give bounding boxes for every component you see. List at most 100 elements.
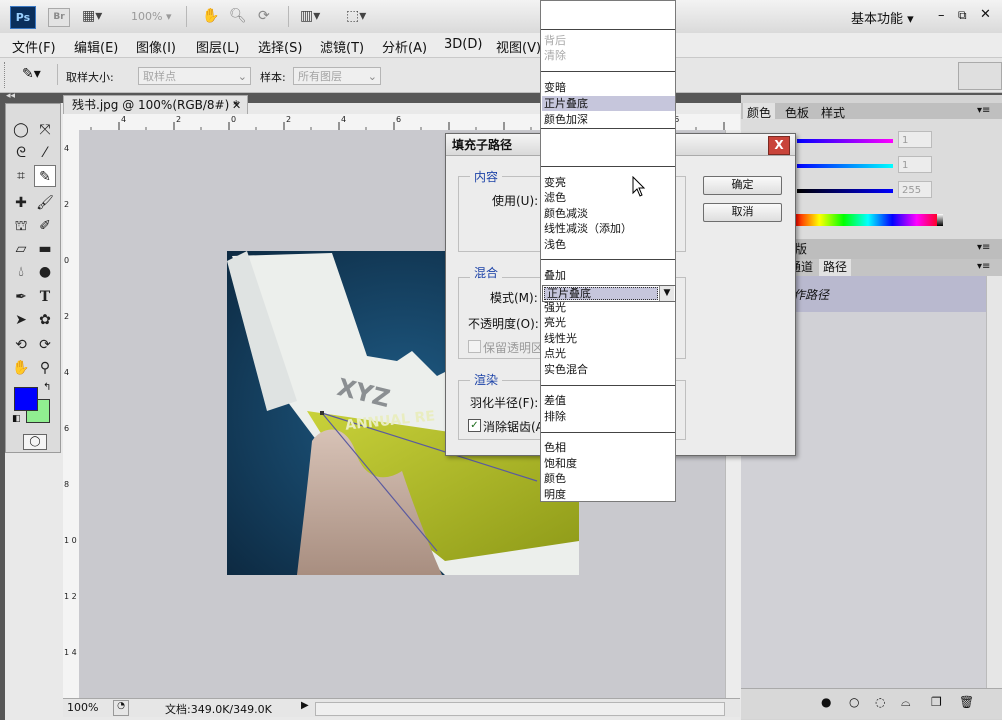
blue-slider[interactable] [797,189,893,193]
blend-option-hard-light[interactable]: 强光 [544,301,566,315]
hand-icon[interactable]: ✋ [202,8,219,24]
close-tab-icon[interactable]: ✕ [232,96,241,115]
blend-option-screen[interactable]: 滤色 [544,191,566,205]
zoom-tool-icon[interactable]: ⚲ [34,357,56,379]
menu-filter[interactable]: 滤镜(T) [320,37,364,56]
menu-select[interactable]: 选择(S) [258,37,302,56]
arrange-documents-icon[interactable]: ▥▾ [300,8,320,24]
antialias-checkbox[interactable]: ✓ [468,419,481,432]
dialog-close-button[interactable]: X [768,136,790,155]
panel-menu-icon[interactable]: ▾≡ [977,105,990,116]
blend-option-linear-light[interactable]: 线性光 [544,332,577,346]
type-tool-icon[interactable]: T [34,286,56,308]
document-tab[interactable]: 残书.jpg @ 100%(RGB/8#) * ✕ [63,95,248,114]
blend-option-hue[interactable]: 色相 [544,441,566,455]
blend-option-overlay[interactable]: 叠加 [544,269,566,283]
tab-paths[interactable]: 路径 [819,259,852,276]
green-slider[interactable] [797,164,893,168]
gradient-tool-icon[interactable]: ▬ [34,238,56,260]
default-colors-icon[interactable]: ◧ [12,414,21,424]
lasso-tool-icon[interactable]: ᘓ [10,142,32,164]
zoom-icon[interactable]: 🔍︎ [229,8,247,24]
fill-path-icon[interactable]: ● [821,695,831,709]
horizontal-scrollbar[interactable] [315,702,725,716]
red-slider[interactable] [797,139,893,143]
chevron-down-icon[interactable]: ▼ [659,286,674,301]
panel-menu-icon[interactable]: ▾≡ [977,261,990,272]
red-value[interactable]: 1 [898,131,932,148]
quick-mask-icon[interactable]: ◯ [23,434,47,450]
sample-select[interactable]: 所有图层 ⌄ [293,67,381,85]
blend-option-behind[interactable]: 背后 [544,34,566,48]
blend-option-linear-dodge[interactable]: 线性减淡（添加） [544,222,632,236]
move-tool-icon[interactable]: ⤧ [34,119,56,141]
history-brush-icon[interactable]: ✐ [34,215,56,237]
minibridge-icon[interactable]: ▦▾ [82,8,102,24]
color-ramp[interactable] [795,214,941,226]
blend-option-clear[interactable]: 清除 [544,49,566,63]
path-selection-icon[interactable]: ➤ [10,309,32,331]
menu-analysis[interactable]: 分析(A) [382,37,427,56]
pen-tool-icon[interactable]: ✒ [10,286,32,308]
dodge-tool-icon[interactable]: ● [34,261,56,283]
blend-option-color-burn[interactable]: 颜色加深 [544,113,588,127]
status-zoom[interactable]: 100% [67,701,98,714]
eraser-tool-icon[interactable]: ▱ [10,238,32,260]
make-work-path-icon[interactable]: ⌓ [901,695,911,710]
ok-button[interactable]: 确定 [703,176,782,195]
delete-path-icon[interactable]: 🗑︎ [959,695,974,709]
bw-ramp[interactable] [937,214,943,226]
stroke-path-icon[interactable]: ○ [849,695,859,709]
status-menu-icon[interactable]: ◔ [113,700,129,716]
new-path-icon[interactable]: ❐ [931,695,942,709]
bridge-button[interactable]: Br [48,8,70,27]
zoom-level-select[interactable]: 100% ▾ [131,10,171,23]
collapse-icon[interactable]: ◂◂ [6,91,15,101]
screen-mode-icon[interactable]: ⬚▾ [346,8,366,24]
eyedropper-tool-icon[interactable]: ✎ [34,165,56,187]
swap-colors-icon[interactable]: ↰ [43,382,51,393]
close-icon[interactable]: ✕ [980,7,991,22]
hand-tool-icon[interactable]: ✋ [10,357,32,379]
blur-tool-icon[interactable]: 💧︎ [10,261,32,283]
eyedropper-preset-icon[interactable]: ✎▾ [22,66,41,82]
blend-option-lighter-color[interactable]: 浅色 [544,238,566,252]
3d-orbit-icon[interactable]: ⟳ [34,334,56,356]
custom-shape-icon[interactable]: ✿ [34,309,56,331]
grip-handle[interactable] [4,62,8,88]
vertical-ruler[interactable]: 4 2 0 2 4 6 8 1 0 1 2 1 4 [63,130,80,698]
restore-icon[interactable]: ⧉ [958,8,967,23]
crop-tool-icon[interactable]: ⌗ [10,165,32,187]
blend-option-saturation[interactable]: 饱和度 [544,457,577,471]
paths-scrollbar[interactable] [986,276,1002,688]
blend-mode-select[interactable]: 正片叠底 ▼ [542,285,676,302]
clone-stamp-icon[interactable]: ⛫ [10,215,32,237]
menu-edit[interactable]: 编辑(E) [74,37,118,56]
menu-3d[interactable]: 3D(D) [444,37,482,52]
blend-option-pin-light[interactable]: 点光 [544,347,566,361]
minimize-icon[interactable]: – [938,8,945,23]
menu-image[interactable]: 图像(I) [136,37,176,56]
healing-brush-icon[interactable]: ✚ [10,192,32,214]
blend-option-hard-mix[interactable]: 实色混合 [544,363,588,377]
rotate-view-icon[interactable]: ⟳ [258,8,270,24]
menu-layer[interactable]: 图层(L) [196,37,239,56]
cancel-button[interactable]: 取消 [703,203,782,222]
ruler-origin[interactable] [63,114,80,131]
preserve-transparency-checkbox[interactable] [468,340,481,353]
load-selection-icon[interactable]: ◌ [875,695,885,709]
status-arrow-icon[interactable]: ▶ [301,700,309,711]
menu-view[interactable]: 视图(V) [496,37,541,56]
green-value[interactable]: 1 [898,156,932,173]
brush-tool-icon[interactable]: 🖌︎ [34,192,56,214]
blend-option-color-dodge[interactable]: 颜色减淡 [544,207,588,221]
3d-rotate-icon[interactable]: ⟲ [10,334,32,356]
blend-option-lighten[interactable]: 变亮 [544,176,566,190]
blend-option-difference[interactable]: 差值 [544,394,566,408]
workspace-switcher[interactable]: 基本功能 ▾ [851,8,914,27]
menu-file[interactable]: 文件(F) [12,37,56,56]
blend-option-luminosity[interactable]: 明度 [544,488,566,502]
blend-option-color[interactable]: 颜色 [544,472,566,486]
blend-option-exclusion[interactable]: 排除 [544,410,566,424]
marquee-tool-icon[interactable]: ◯ [10,119,32,141]
